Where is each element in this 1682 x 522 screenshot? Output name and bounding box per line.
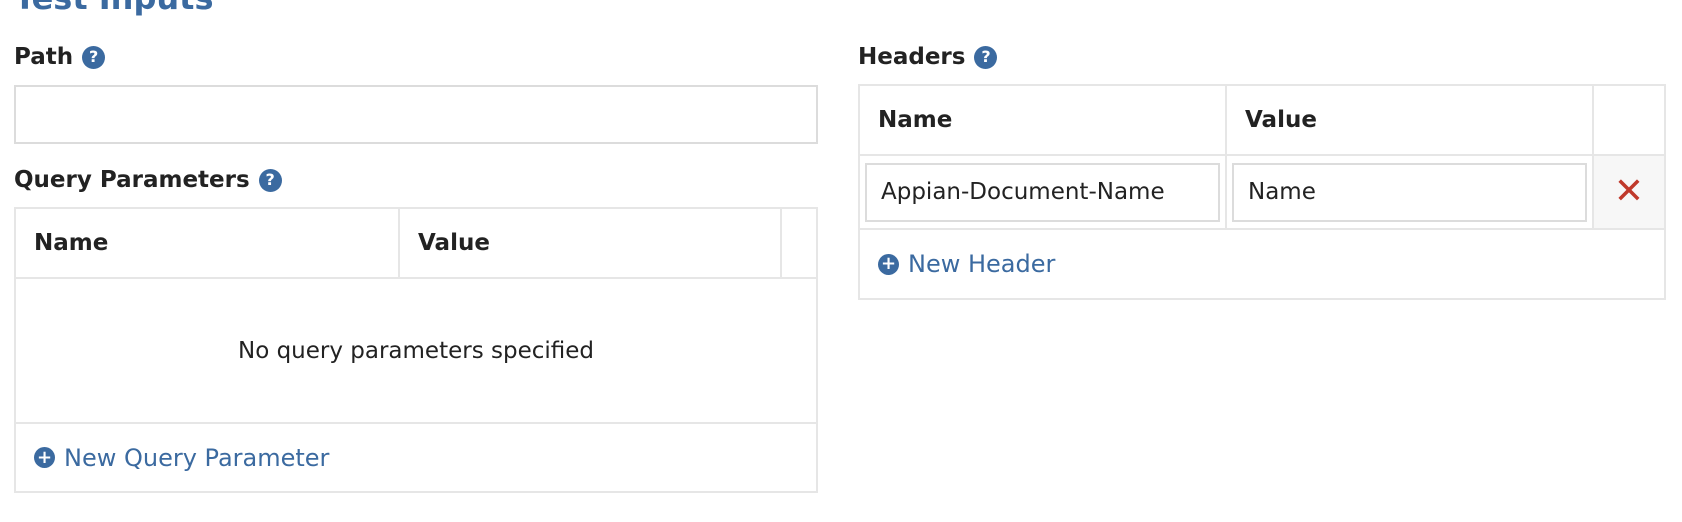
header-row: ✕ bbox=[860, 156, 1664, 230]
headers-label-row: Headers ? bbox=[858, 41, 998, 73]
path-label: Path bbox=[14, 44, 74, 70]
path-input[interactable] bbox=[14, 85, 818, 144]
header-name-cell bbox=[860, 156, 1227, 228]
headers-footer: + New Header bbox=[860, 230, 1664, 298]
column-header-actions bbox=[782, 209, 816, 277]
column-header-name: Name bbox=[16, 209, 400, 277]
column-header-value: Value bbox=[1227, 86, 1594, 154]
column-header-actions bbox=[1594, 86, 1664, 154]
empty-message: No query parameters specified bbox=[16, 279, 816, 424]
question-circle-icon[interactable]: ? bbox=[82, 45, 106, 69]
query-parameters-grid: Name Value No query parameters specified… bbox=[14, 207, 818, 493]
headers-label: Headers bbox=[858, 44, 966, 70]
query-parameters-label: Query Parameters bbox=[14, 167, 250, 193]
query-parameters-label-row: Query Parameters ? bbox=[14, 164, 282, 196]
header-value-input[interactable] bbox=[1232, 162, 1587, 222]
plus-circle-icon: + bbox=[34, 447, 55, 468]
query-parameters-footer: + New Query Parameter bbox=[16, 424, 816, 491]
new-header-link[interactable]: + New Header bbox=[878, 250, 1055, 278]
question-circle-icon[interactable]: ? bbox=[258, 168, 282, 192]
column-header-value: Value bbox=[400, 209, 782, 277]
close-icon[interactable]: ✕ bbox=[1614, 174, 1644, 210]
headers-grid: Name Value ✕ + New Header bbox=[858, 84, 1666, 300]
new-query-parameter-label: New Query Parameter bbox=[64, 443, 330, 472]
new-header-label: New Header bbox=[908, 250, 1056, 278]
path-label-row: Path ? bbox=[14, 41, 106, 73]
section-title: Test Inputs bbox=[14, 0, 213, 18]
column-header-name: Name bbox=[860, 86, 1227, 154]
header-name-input[interactable] bbox=[865, 162, 1220, 222]
plus-circle-icon: + bbox=[878, 253, 899, 275]
new-query-parameter-link[interactable]: + New Query Parameter bbox=[34, 444, 329, 472]
question-circle-icon[interactable]: ? bbox=[974, 45, 998, 69]
remove-header-cell: ✕ bbox=[1594, 156, 1664, 228]
headers-header: Name Value bbox=[860, 86, 1664, 156]
header-value-cell bbox=[1227, 156, 1594, 228]
query-parameters-header: Name Value bbox=[16, 209, 816, 279]
